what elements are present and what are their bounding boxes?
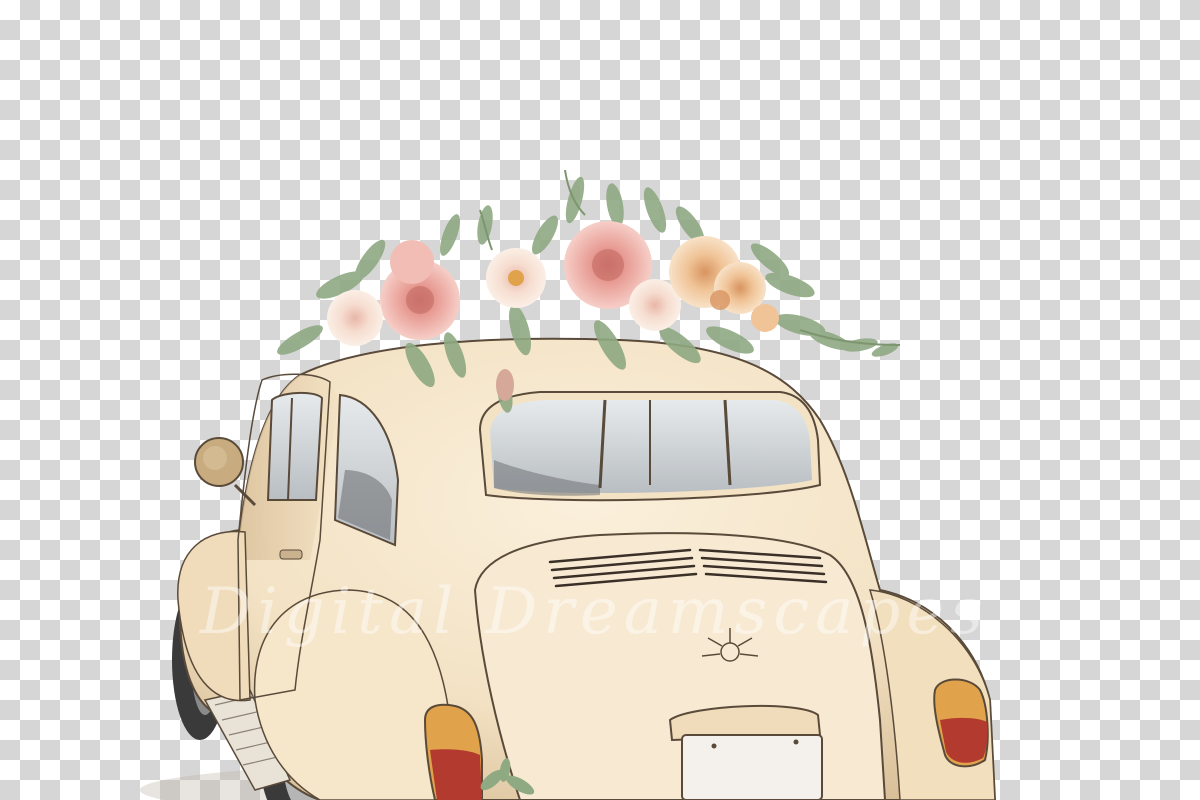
flower-cream-left (327, 290, 383, 346)
flower-small-right (751, 304, 779, 332)
image-canvas: Digital Dreamscapes (0, 0, 1200, 800)
flower-pink-left (380, 240, 460, 340)
license-plate (668, 704, 823, 800)
car-illustration (140, 169, 997, 800)
flower-pink-small (486, 248, 546, 308)
flower-bud-hanging (496, 369, 514, 401)
rear-window (478, 391, 822, 502)
door-handle (279, 549, 303, 560)
taillight-left (423, 703, 483, 800)
